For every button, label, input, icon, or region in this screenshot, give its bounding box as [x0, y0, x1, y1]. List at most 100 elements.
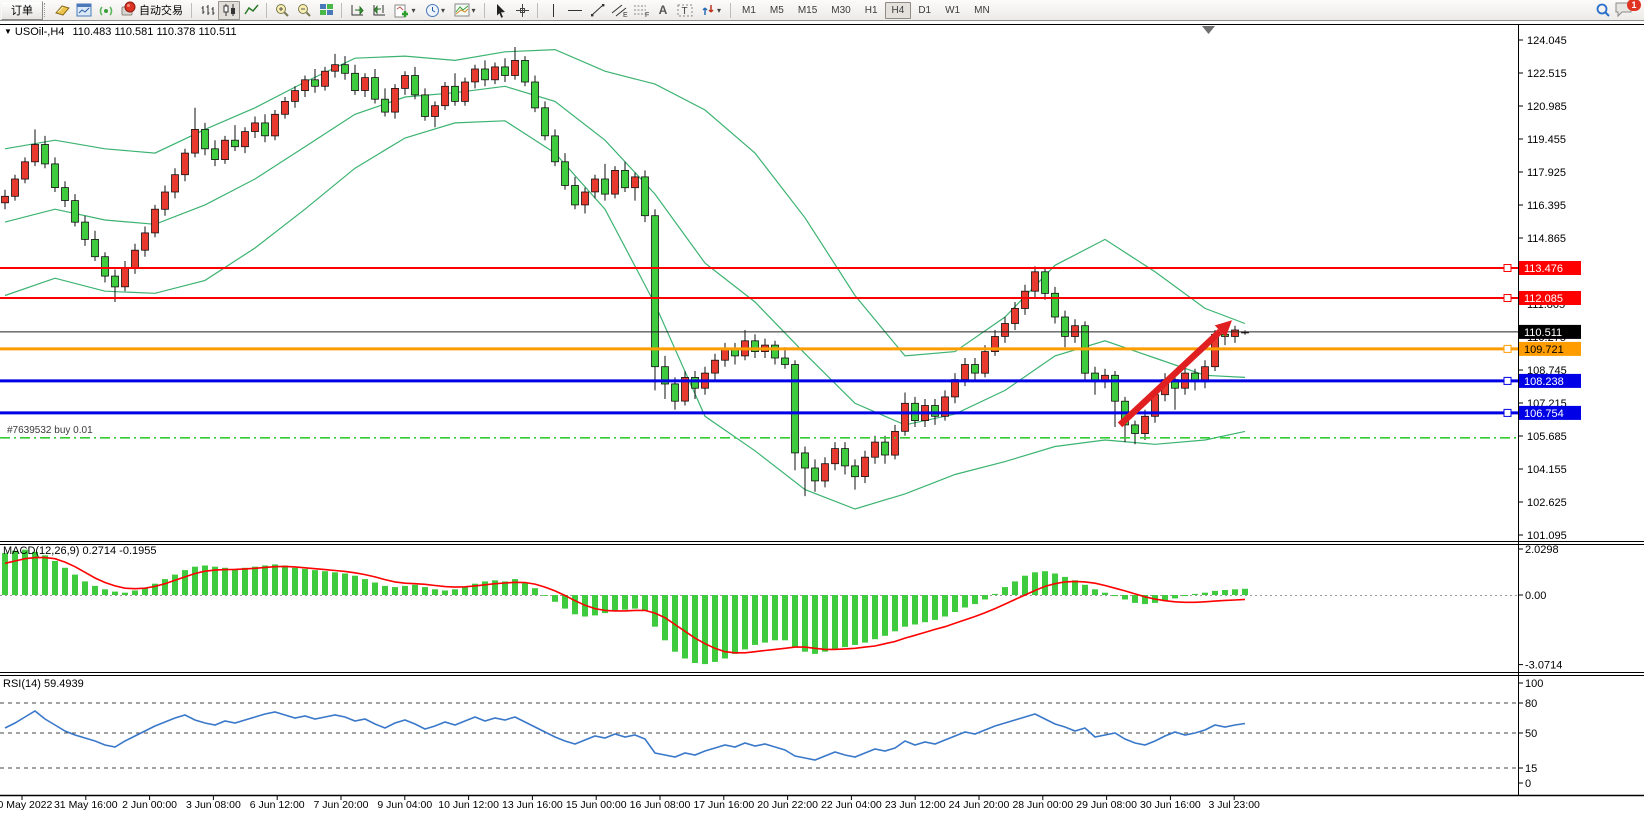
- notifications-button[interactable]: 1: [1614, 0, 1640, 20]
- svg-text:117.925: 117.925: [1527, 167, 1566, 179]
- toolbar-grip: [44, 3, 48, 17]
- svg-text:T: T: [682, 6, 688, 17]
- svg-text:104.155: 104.155: [1527, 464, 1567, 476]
- chart-title: ▼USOil-,H4110.483 110.581 110.378 110.51…: [4, 26, 237, 38]
- price-tag-109.721: 109.721: [1519, 342, 1581, 356]
- cursor-button[interactable]: [489, 1, 511, 20]
- line-chart-type-button[interactable]: [240, 1, 262, 20]
- toolbar: 订单 自动交易 ▾ ▾ ▾ E F A T ▾ M1M5M15M30H1H4D1…: [0, 0, 1644, 21]
- trendline-tool-button[interactable]: [586, 1, 608, 20]
- chart-area[interactable]: 124.045122.515120.985119.455117.925116.3…: [0, 21, 1644, 812]
- equidistant-channel-tool-button[interactable]: E: [608, 1, 630, 20]
- tile-windows-button[interactable]: [315, 1, 337, 20]
- open-position-label: #7639532 buy 0.01: [7, 425, 93, 436]
- fibonacci-tool-button[interactable]: F: [630, 1, 652, 20]
- rsi-indicator-label: RSI(14) 59.4939: [3, 678, 84, 690]
- arrows-icon: [701, 3, 716, 17]
- timeframe-button-M30[interactable]: M30: [824, 2, 857, 19]
- chart-shift-button[interactable]: [368, 1, 390, 20]
- timeframe-button-D1[interactable]: D1: [911, 2, 938, 19]
- macd-indicator-label: MACD(12,26,9) 0.2714 -0.1955: [3, 545, 156, 557]
- chevron-down-icon: ▾: [717, 6, 721, 15]
- level-line-anchor: [1504, 265, 1511, 272]
- svg-text:105.685: 105.685: [1527, 431, 1567, 443]
- price-chart-canvas[interactable]: 124.045122.515120.985119.455117.925116.3…: [0, 21, 1644, 812]
- svg-text:6 Jun 12:00: 6 Jun 12:00: [250, 799, 305, 811]
- svg-text:0.00: 0.00: [1525, 590, 1546, 602]
- channel-icon: E: [611, 3, 628, 18]
- vertical-line-icon: [548, 3, 559, 18]
- auto-trading-button[interactable]: 自动交易: [117, 1, 187, 20]
- orders-button[interactable]: 订单: [1, 1, 43, 20]
- svg-text:2 Jun 00:00: 2 Jun 00:00: [122, 799, 177, 811]
- price-tag-106.754: 106.754: [1519, 406, 1581, 420]
- chevron-down-icon: ▾: [471, 6, 475, 15]
- signals-button[interactable]: [95, 1, 117, 20]
- separator: [266, 3, 267, 18]
- svg-text:120.985: 120.985: [1527, 101, 1567, 113]
- chevron-down-icon: ▾: [441, 6, 445, 15]
- search-button[interactable]: [1592, 1, 1614, 20]
- horizontal-line-tool-button[interactable]: [564, 1, 586, 20]
- svg-text:50: 50: [1525, 728, 1537, 740]
- vertical-line-tool-button[interactable]: [542, 1, 564, 20]
- svg-text:30 Jun 16:00: 30 Jun 16:00: [1140, 799, 1201, 811]
- zoom-in-button[interactable]: [271, 1, 293, 20]
- timeframe-button-H1[interactable]: H1: [858, 2, 885, 19]
- svg-text:-3.0714: -3.0714: [1525, 660, 1562, 672]
- tile-windows-icon: [319, 3, 334, 17]
- svg-text:100: 100: [1525, 678, 1543, 690]
- periods-button[interactable]: ▾: [420, 1, 450, 20]
- svg-text:9 Jun 04:00: 9 Jun 04:00: [377, 799, 432, 811]
- svg-text:80: 80: [1525, 698, 1537, 710]
- timeframe-group: M1M5M15M30H1H4D1W1MN: [735, 2, 997, 19]
- cursor-arrow-icon: [494, 3, 507, 18]
- timeframe-button-MN[interactable]: MN: [967, 2, 997, 19]
- auto-scroll-button[interactable]: [346, 1, 368, 20]
- svg-text:28 Jun 00:00: 28 Jun 00:00: [1012, 799, 1073, 811]
- timeframe-button-W1[interactable]: W1: [938, 2, 967, 19]
- timeframe-button-M15[interactable]: M15: [791, 2, 824, 19]
- svg-text:3 Jun 08:00: 3 Jun 08:00: [186, 799, 241, 811]
- svg-text:122.515: 122.515: [1527, 68, 1567, 80]
- svg-text:10 Jun 12:00: 10 Jun 12:00: [438, 799, 499, 811]
- zoom-out-icon: [296, 3, 312, 18]
- svg-text:108.238: 108.238: [1524, 376, 1564, 388]
- clock-icon: [425, 3, 440, 18]
- bar-chart-type-button[interactable]: [196, 1, 218, 20]
- timeframe-button-M5[interactable]: M5: [763, 2, 791, 19]
- fibonacci-icon: F: [633, 3, 650, 18]
- one-click-trading-coll-icon[interactable]: ▼: [4, 27, 12, 36]
- search-icon: [1595, 2, 1611, 18]
- text-tool-button[interactable]: A: [652, 1, 674, 20]
- zoom-out-button[interactable]: [293, 1, 315, 20]
- new-order-icon: [54, 3, 71, 18]
- templates-button[interactable]: ▾: [450, 1, 480, 20]
- arrows-tool-button[interactable]: ▾: [696, 1, 726, 20]
- separator: [191, 3, 192, 18]
- timeframe-button-M1[interactable]: M1: [735, 2, 763, 19]
- timeframe-button-H4[interactable]: H4: [885, 2, 912, 19]
- candlestick-chart-type-button[interactable]: [218, 1, 240, 20]
- new-order-button[interactable]: [51, 1, 73, 20]
- svg-text:113.476: 113.476: [1524, 263, 1563, 275]
- svg-text:119.455: 119.455: [1527, 134, 1566, 146]
- auto-scroll-icon: [350, 3, 365, 17]
- crosshair-button[interactable]: [511, 1, 533, 20]
- svg-text:102.625: 102.625: [1527, 497, 1567, 509]
- svg-text:109.721: 109.721: [1524, 344, 1564, 356]
- text-a-icon: A: [659, 3, 668, 17]
- charts-button[interactable]: [73, 1, 95, 20]
- text-label-tool-button[interactable]: T: [674, 1, 696, 20]
- zoom-in-icon: [274, 3, 290, 18]
- horizontal-line-icon: [567, 4, 583, 17]
- ohlc-readout: 110.483 110.581 110.378 110.511: [72, 26, 236, 38]
- svg-text:13 Jun 16:00: 13 Jun 16:00: [502, 799, 563, 811]
- svg-text:116.395: 116.395: [1527, 200, 1566, 212]
- notification-badge: 1: [1627, 0, 1641, 11]
- svg-text:F: F: [645, 12, 649, 18]
- chart-window-icon: [76, 3, 92, 17]
- indicators-add-icon: [394, 3, 410, 18]
- svg-text:30 May 2022: 30 May 2022: [0, 799, 53, 811]
- indicators-button[interactable]: ▾: [390, 1, 420, 20]
